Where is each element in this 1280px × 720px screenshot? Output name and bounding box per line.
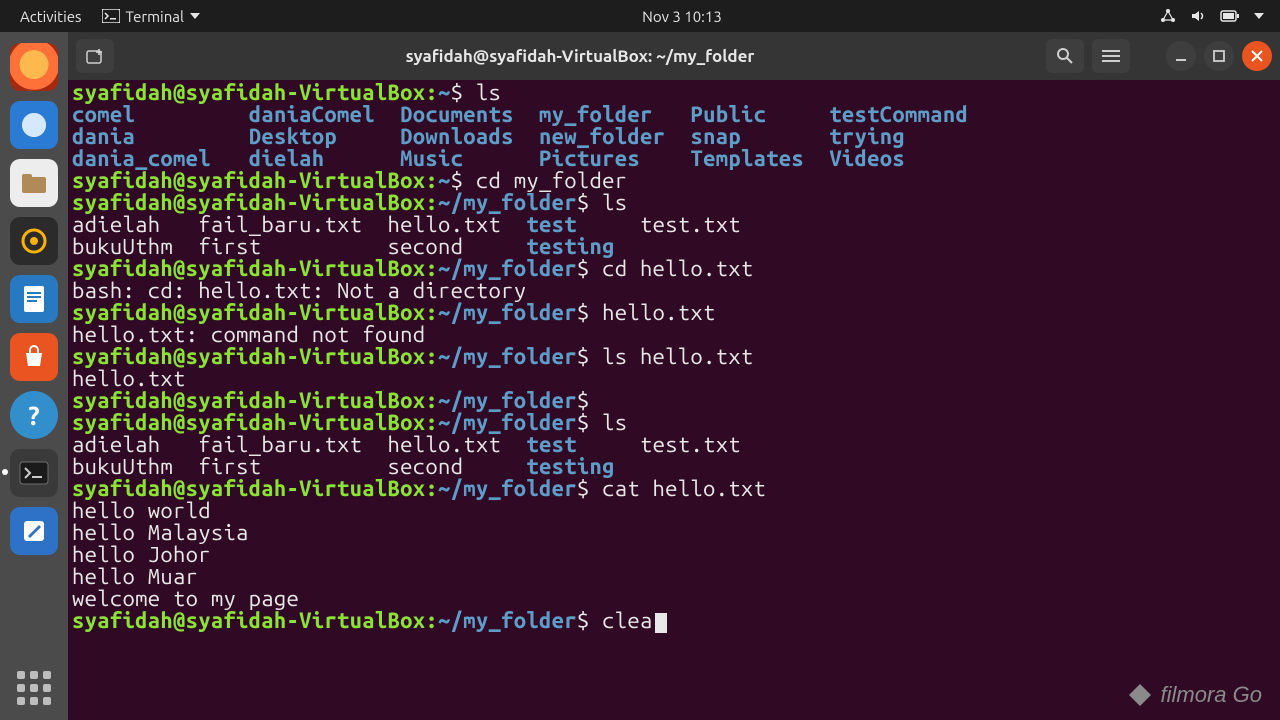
show-applications[interactable] bbox=[10, 664, 58, 712]
terminal-menu-icon bbox=[102, 9, 120, 23]
new-tab-icon bbox=[85, 47, 105, 65]
dock-thunderbird[interactable] bbox=[10, 101, 58, 149]
dock-software[interactable] bbox=[10, 333, 58, 381]
folder-icon bbox=[20, 171, 48, 195]
dock-help[interactable]: ? bbox=[10, 391, 58, 439]
document-icon bbox=[21, 284, 47, 314]
app-menu-label: Terminal bbox=[126, 8, 184, 25]
dock: ? bbox=[0, 32, 68, 720]
dock-writer[interactable] bbox=[10, 275, 58, 323]
close-button[interactable] bbox=[1242, 41, 1272, 71]
activities-button[interactable]: Activities bbox=[10, 8, 92, 25]
pencil-icon bbox=[21, 518, 47, 544]
gnome-top-bar: Activities Terminal Nov 3 10:13 bbox=[0, 0, 1280, 32]
filmora-icon bbox=[1127, 682, 1153, 708]
new-tab-button[interactable] bbox=[76, 39, 114, 73]
watermark: filmora Go bbox=[1127, 682, 1262, 708]
window-titlebar: syafidah@syafidah-VirtualBox: ~/my_folde… bbox=[68, 32, 1280, 80]
battery-icon bbox=[1220, 9, 1240, 23]
dock-files[interactable] bbox=[10, 159, 58, 207]
help-icon: ? bbox=[28, 401, 39, 430]
minimize-button[interactable] bbox=[1166, 41, 1196, 71]
menu-button[interactable] bbox=[1092, 39, 1130, 73]
system-tray[interactable] bbox=[1154, 8, 1270, 24]
network-icon bbox=[1160, 8, 1176, 24]
hamburger-icon bbox=[1102, 49, 1120, 63]
dock-text-editor[interactable] bbox=[10, 507, 58, 555]
dock-firefox[interactable] bbox=[10, 43, 58, 91]
minimize-icon bbox=[1174, 49, 1188, 63]
terminal-icon bbox=[19, 461, 49, 485]
speaker-icon bbox=[20, 227, 48, 255]
dock-rhythmbox[interactable] bbox=[10, 217, 58, 265]
chevron-down-icon bbox=[1254, 13, 1264, 19]
app-menu[interactable]: Terminal bbox=[92, 8, 210, 25]
clock[interactable]: Nov 3 10:13 bbox=[632, 8, 732, 25]
chevron-down-icon bbox=[190, 13, 200, 19]
search-icon bbox=[1056, 47, 1074, 65]
volume-icon bbox=[1190, 8, 1206, 24]
window-title: syafidah@syafidah-VirtualBox: ~/my_folde… bbox=[122, 47, 1038, 66]
dock-terminal[interactable] bbox=[10, 449, 58, 497]
search-button[interactable] bbox=[1046, 39, 1084, 73]
terminal-window: syafidah@syafidah-VirtualBox: ~/my_folde… bbox=[68, 32, 1280, 720]
maximize-button[interactable] bbox=[1204, 41, 1234, 71]
terminal-output[interactable]: syafidah@syafidah-VirtualBox:~$ ls comel… bbox=[68, 80, 1280, 720]
cursor bbox=[655, 613, 667, 633]
close-icon bbox=[1251, 50, 1263, 62]
bag-icon bbox=[21, 344, 47, 370]
maximize-icon bbox=[1212, 49, 1226, 63]
